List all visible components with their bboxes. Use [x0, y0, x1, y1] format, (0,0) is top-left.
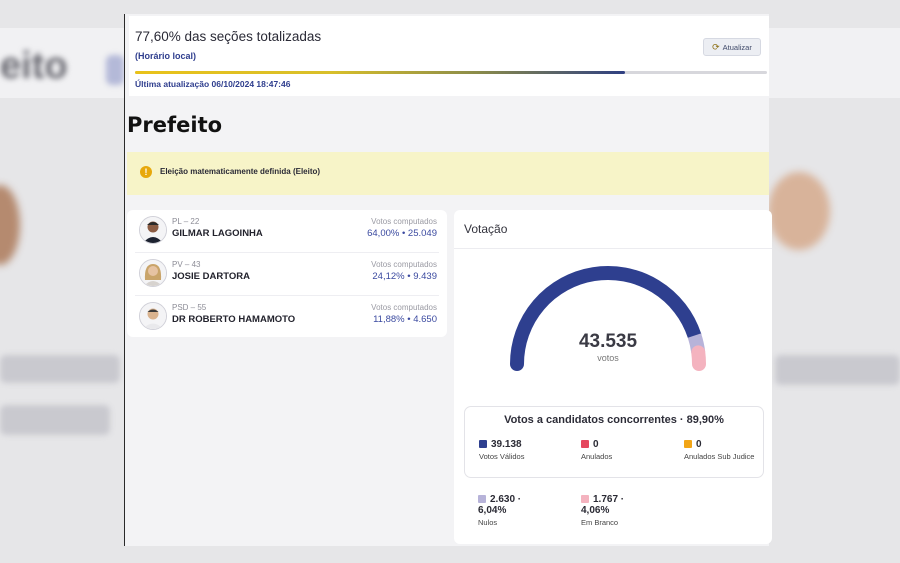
background-blur-face-left — [0, 185, 20, 265]
stat-label: Anulados Sub Judice — [684, 452, 755, 461]
alert-text: Eleição matematicamente definida (Eleito… — [160, 167, 321, 176]
voting-title: Votação — [464, 222, 508, 236]
percent-totalized: 77,60% das seções totalizadas — [135, 29, 322, 44]
stat-label: Em Branco — [581, 518, 619, 527]
stat-annulled-sub-judice: 0 Anulados Sub Judice — [684, 439, 756, 461]
candidate-row[interactable]: PV – 43 JOSIE DARTORA Votos computados 2… — [127, 253, 447, 295]
voting-card: Votação 43.535 votos Votos a candidatos … — [454, 210, 772, 544]
candidate-name: JOSIE DARTORA — [172, 271, 250, 282]
votes-computed-value: 24,12% • 9.439 — [372, 271, 437, 282]
candidates-list: PL – 22 GILMAR LAGOINHA Votos computados… — [127, 210, 447, 337]
stat-percent: 6,04% — [478, 505, 507, 516]
legend-swatch — [581, 439, 589, 448]
election-status-alert: ! Eleição matematicamente definida (Elei… — [127, 152, 769, 195]
office-title: Prefeito — [127, 113, 223, 137]
votes-computed-value: 11,88% • 4.650 — [373, 314, 437, 325]
results-panel: 77,60% das seções totalizadas (Horário l… — [124, 14, 772, 546]
stat-label: Votos Válidos — [479, 452, 525, 461]
legend-swatch — [478, 494, 486, 503]
refresh-icon: ⟳ — [712, 41, 720, 52]
background-blur-left: eito — [0, 45, 68, 87]
totalization-progress — [135, 71, 767, 74]
stat-label: Nulos — [478, 518, 498, 527]
candidate-party: PL – 22 — [172, 217, 200, 226]
competing-votes-box: Votos a candidatos concorrentes · 89,90%… — [464, 406, 764, 478]
legend-swatch — [684, 439, 692, 448]
legend-swatch — [581, 494, 589, 503]
votes-computed-value: 64,00% • 25.049 — [367, 228, 437, 239]
background-blur-text-right — [775, 355, 900, 385]
background-blur-text-left — [0, 355, 120, 383]
stat-label: Anulados — [581, 452, 613, 461]
totalization-card: 77,60% das seções totalizadas (Horário l… — [129, 16, 769, 96]
stat-valid-votes: 39.138 Votos Válidos — [479, 439, 524, 461]
background-blur-chip — [106, 55, 124, 85]
refresh-label: Atualizar — [722, 42, 752, 52]
stat-annulled: 0 Anulados — [581, 439, 612, 461]
totalization-progress-fill — [135, 71, 626, 74]
stat-percent: 4,06% — [581, 505, 610, 516]
votes-computed-label: Votos computados — [371, 260, 437, 269]
background-blur-text-left-2 — [0, 405, 110, 435]
background-blur-face-right — [768, 172, 830, 250]
info-icon: ! — [140, 166, 152, 178]
votes-computed-label: Votos computados — [371, 303, 437, 312]
candidate-avatar — [139, 216, 167, 244]
local-time-link[interactable]: (Horário local) — [135, 51, 196, 61]
candidate-name: GILMAR LAGOINHA — [172, 228, 263, 239]
stat-blank-votes: 1.767 · 4,06% Em Branco — [581, 494, 651, 527]
candidate-row[interactable]: PSD – 55 DR ROBERTO HAMAMOTO Votos compu… — [127, 296, 447, 338]
votes-computed-label: Votos computados — [371, 217, 437, 226]
stat-value: 1.767 · — [593, 494, 625, 505]
candidate-avatar — [139, 302, 167, 330]
candidate-party: PSD – 55 — [172, 303, 207, 312]
legend-swatch — [479, 439, 487, 448]
total-votes: 43.535 — [578, 331, 638, 352]
candidate-name: DR ROBERTO HAMAMOTO — [172, 314, 296, 325]
stat-null-votes: 2.630 · 6,04% Nulos — [478, 494, 538, 527]
stat-value: 0 — [696, 439, 702, 450]
total-votes-unit: votos — [597, 353, 619, 363]
last-update: Última atualização 06/10/2024 18:47:46 — [135, 79, 291, 89]
divider — [454, 248, 772, 249]
candidate-row[interactable]: PL – 22 GILMAR LAGOINHA Votos computados… — [127, 210, 447, 252]
stat-value: 39.138 — [491, 439, 522, 450]
stat-value: 2.630 · — [490, 494, 522, 505]
candidate-party: PV – 43 — [172, 260, 201, 269]
refresh-button[interactable]: ⟳ Atualizar — [703, 38, 761, 56]
candidate-avatar — [139, 259, 167, 287]
stat-value: 0 — [593, 439, 599, 450]
competing-votes-title: Votos a candidatos concorrentes · 89,90% — [504, 414, 724, 426]
